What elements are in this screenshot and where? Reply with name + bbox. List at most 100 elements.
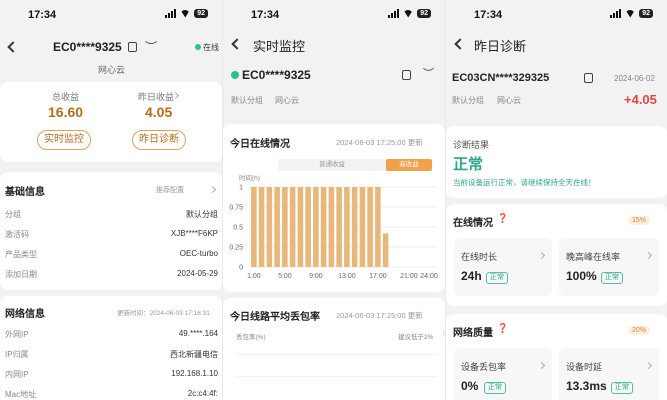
info-icon[interactable]: ⓘ <box>443 329 445 339</box>
status-badge: 正常 <box>486 272 508 284</box>
online-dot-icon <box>231 71 239 79</box>
yesterday-earnings-label[interactable]: 昨日收益 <box>138 90 174 103</box>
chart-xtick-label: 5:00 <box>278 273 292 280</box>
battery-icon: 92 <box>639 9 653 18</box>
peak-online-rate-tile[interactable]: 晚高峰在线率 100% 正常 <box>559 238 659 296</box>
info-row-value: 192.168.1.10 <box>171 369 218 378</box>
chart-ytick-label: 1 <box>239 185 243 192</box>
help-icon[interactable]: ❓ <box>497 213 508 224</box>
info-row-key: 添加日期 <box>5 270 37 279</box>
info-row-key: 激活码 <box>5 230 29 239</box>
info-row-key: 外网IP <box>5 330 29 339</box>
page-title: 昨日诊断 <box>474 39 527 54</box>
diagnose-result-value: 正常 <box>453 156 484 173</box>
chart-bar <box>375 187 381 267</box>
yesterday-diagnose-button[interactable]: 昨日诊断 <box>132 130 186 150</box>
network-update-time: 更新时间：2024-06-03 17:16:31 <box>117 310 210 317</box>
peak-online-rate-value: 100% <box>566 269 597 283</box>
chart-bar <box>289 187 296 267</box>
packet-loss-label: 设备丢包率 <box>461 362 507 372</box>
chevron-right-icon <box>537 361 546 370</box>
online-duration-tile[interactable]: 在线时长 24h 正常 <box>454 238 552 296</box>
peak-online-rate-label: 晚高峰在线率 <box>566 252 621 262</box>
online-status-card: 在线情况 ❓ 15% 在线时长 24h 正常 晚高峰在线率 100% 正常 <box>446 204 667 306</box>
status-time: 17:34 <box>474 9 503 21</box>
diagnose-result-label: 诊断结果 <box>453 140 490 150</box>
wifi-icon <box>403 9 414 18</box>
group-tag: 默认分组 <box>231 96 263 105</box>
chart-bar <box>266 187 273 267</box>
info-row-key: 产品类型 <box>5 250 37 259</box>
info-row-value: OEC-turbo <box>179 249 218 258</box>
gridline <box>237 354 437 355</box>
info-row-value: 2024-05-29 <box>177 269 218 278</box>
online-bar-chart: 时间(h) 1 0.75 0.5 0.25 0 1:00 5:00 9:00 13:00 17:00… <box>229 173 437 280</box>
device-id: EC0****9325 <box>53 40 122 54</box>
group-tag: 默认分组 <box>452 96 484 105</box>
yesterday-diagnose-screen: 17:34 92 昨日诊断 EC03CN****329325 2024-06-0… <box>446 0 667 400</box>
online-status: 在线 <box>203 43 219 52</box>
status-badge: 正常 <box>484 382 506 394</box>
back-arrow-icon[interactable] <box>454 38 466 50</box>
packet-loss-tile[interactable]: 设备丢包率 0% 正常 <box>454 348 552 400</box>
signal-icon <box>388 9 400 18</box>
status-time: 17:34 <box>28 9 57 21</box>
packet-loss-update-time: 2024-06-03 17:25:00 更新 <box>336 311 423 320</box>
chevron-right-icon <box>537 251 546 260</box>
status-badge: 正常 <box>601 272 623 284</box>
chart-xtick-label: 17:00 <box>369 273 387 280</box>
info-row-key: 分组 <box>5 210 21 219</box>
earnings-delta: +4.05 <box>624 92 657 107</box>
chart-ytick-label: 0 <box>239 265 243 272</box>
status-icons: 92 <box>610 9 653 18</box>
status-bar: 17:34 92 <box>446 0 667 30</box>
status-time: 17:34 <box>251 9 280 21</box>
recommend-config-link[interactable]: 推荐配置 <box>156 185 184 195</box>
copy-icon[interactable] <box>402 70 411 80</box>
back-arrow-icon[interactable] <box>231 38 243 50</box>
status-bar: 17:34 92 <box>0 0 222 30</box>
subtitle: 网心云 <box>98 65 126 75</box>
chart-bar <box>258 187 265 267</box>
copy-icon[interactable] <box>128 42 137 52</box>
status-icons: 92 <box>388 9 431 18</box>
total-earnings-label: 总收益 <box>52 92 80 102</box>
back-arrow-icon[interactable] <box>7 41 19 53</box>
info-row-key: 内网IP <box>5 370 29 379</box>
status-bar: 17:34 92 <box>223 0 445 30</box>
online-duration-value: 24h <box>461 269 482 283</box>
info-row-key: Mac地址 <box>5 390 37 399</box>
chart-yaxis-label: 时间(h) <box>239 173 260 182</box>
tab-high-earnings[interactable]: 高收益 <box>386 159 432 171</box>
latency-value: 13.3ms <box>566 379 607 393</box>
online-weight-chip: 15% <box>628 216 651 225</box>
total-earnings-value: 16.60 <box>48 104 84 120</box>
chart-ytick-label: 0.5 <box>233 225 243 232</box>
wifi-icon <box>625 9 636 18</box>
network-weight-chip: 20% <box>628 326 651 335</box>
latency-tile[interactable]: 设备时延 13.3ms 正常 <box>559 348 659 400</box>
info-row-value: 西北新疆电信 <box>170 350 218 359</box>
chart-xtick-label: 13:00 <box>338 273 356 280</box>
copy-icon[interactable] <box>584 73 593 83</box>
info-row-value: 默认分组 <box>186 210 218 219</box>
eye-closed-icon[interactable]: ︶ <box>145 38 157 55</box>
tab-normal-earnings[interactable]: 普通收益 <box>278 159 386 171</box>
source-tag: 网心云 <box>275 96 299 105</box>
chevron-right-icon <box>644 251 653 260</box>
chart-ytick-label: 0.25 <box>229 245 243 252</box>
diagnose-result-card: 诊断结果 正常 当前设备运行正常，请继续保持全天在线！ <box>446 126 667 198</box>
realtime-monitor-button[interactable]: 实时监控 <box>37 130 91 150</box>
online-duration-label: 在线时长 <box>461 252 498 262</box>
online-chart-update-time: 2024-06-03 17:25:00 更新 <box>336 138 423 147</box>
chart-bar <box>305 187 311 267</box>
info-row-value: XJB****F6KP <box>170 229 218 238</box>
eye-closed-icon[interactable]: ︶ <box>423 65 434 81</box>
chart-bar <box>336 187 342 267</box>
realtime-monitor-screen: 17:34 92 实时监控 EC0****9325 ︶ 默认分组 网心云 今日在… <box>223 0 445 400</box>
help-icon[interactable]: ❓ <box>497 323 508 334</box>
chart-bar <box>251 187 257 267</box>
network-section-title: 网络质量 <box>453 328 493 339</box>
device-id: EC0****9325 <box>242 68 311 82</box>
latency-label: 设备时延 <box>566 362 603 372</box>
